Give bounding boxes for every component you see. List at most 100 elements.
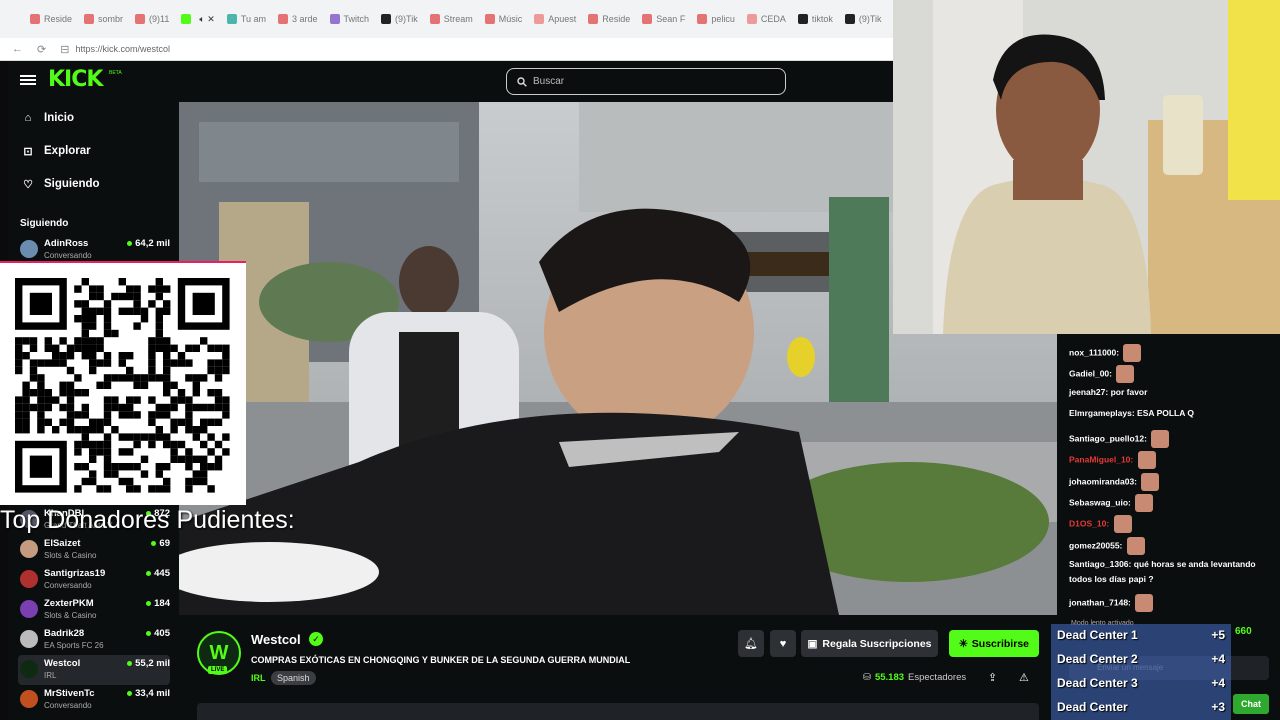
tab-favicon-icon — [534, 14, 545, 24]
tab-label: Apuest — [548, 14, 577, 24]
nav-home[interactable]: ⌂ Inicio — [22, 112, 74, 124]
chat-message: gomez20055: — [1069, 537, 1145, 555]
chat-username[interactable]: Gadiel_00: — [1069, 368, 1112, 378]
chat-username[interactable]: Santiago_1306: — [1069, 559, 1131, 569]
chat-username[interactable]: D1OS_10: — [1069, 518, 1109, 528]
chat-message: Gadiel_00: — [1069, 365, 1135, 383]
leaderboard-row: Dead Center 2 +4 — [1051, 648, 1231, 672]
chat-send-button[interactable]: Chat — [1233, 694, 1269, 714]
chat-username[interactable]: johaomiranda03: — [1069, 476, 1137, 486]
gift-subs-button[interactable]: ▣ Regala Suscripciones — [801, 630, 938, 657]
following-item[interactable]: Santigrizas19 Conversando 445 — [18, 565, 170, 595]
site-info-icon[interactable]: ⊟ — [60, 43, 69, 56]
kick-logo[interactable]: KICK — [48, 67, 103, 92]
browser-tab[interactable]: Apuest — [530, 8, 580, 30]
leaderboard-row: Dead Center +3 — [1051, 696, 1231, 720]
search-input[interactable]: Buscar — [506, 68, 786, 95]
tab-label: (9)Tik — [395, 14, 418, 24]
browser-tab[interactable]: (9)Tik — [841, 8, 886, 30]
chat-text: ESA POLLA Q — [1137, 408, 1195, 418]
tab-label: Reside — [602, 14, 631, 24]
chat-username[interactable]: Elmrgameplays: — [1069, 408, 1135, 418]
notify-bell-button[interactable]: 🔔︎ — [738, 630, 764, 657]
chat-username[interactable]: gomez20055: — [1069, 540, 1122, 550]
chat-message: nox_111000: — [1069, 344, 1142, 362]
leaderboard-points: +3 — [1211, 700, 1225, 714]
avatar — [20, 540, 38, 558]
nav-explore[interactable]: ⊡ Explorar — [22, 145, 90, 158]
browser-tab[interactable]: CEDA — [743, 8, 790, 30]
browser-tab[interactable]: Stream — [426, 8, 477, 30]
browser-tab[interactable]: pelicu — [693, 8, 739, 30]
tab-close-icon[interactable]: 🔈︎ ✕ — [199, 14, 214, 25]
browser-tab[interactable]: (9)11 — [131, 8, 173, 30]
chat-message: johaomiranda03: — [1069, 473, 1160, 491]
browser-tab[interactable]: Twitch — [326, 8, 374, 30]
follow-heart-button[interactable]: ♥ — [770, 630, 796, 657]
channel-viewers: 69 — [151, 538, 170, 549]
following-item[interactable]: ZexterPKM Slots & Casino 184 — [18, 595, 170, 625]
category-link[interactable]: IRL — [251, 673, 266, 683]
star-icon: ✳ — [958, 637, 968, 650]
tab-label: Stream — [443, 14, 473, 24]
tab-label: (9)Tik — [858, 14, 882, 24]
channel-viewers: 405 — [146, 628, 170, 639]
url-field[interactable]: https://kick.com/westcol — [75, 44, 170, 54]
browser-tab[interactable]: Reside — [584, 8, 634, 30]
browser-tab[interactable]: 🔈︎ ✕ — [177, 8, 218, 30]
chat-message: Santiago_puello12: — [1069, 430, 1170, 448]
menu-icon[interactable] — [20, 73, 36, 89]
browser-tab[interactable]: Sean F — [638, 8, 689, 30]
chat-message: Sebaswag_uio: — [1069, 494, 1154, 512]
following-item[interactable]: MrStivenTc Conversando 33,4 mil — [18, 685, 170, 715]
browser-tab[interactable]: 3 arde — [274, 8, 322, 30]
stream-title: COMPRAS EXÓTICAS EN CHONGQING Y BUNKER D… — [251, 655, 631, 665]
browser-tab[interactable]: Músic — [481, 8, 527, 30]
browser-address-bar: ← ⟳ ⊟ https://kick.com/westcol — [0, 38, 893, 61]
reload-icon[interactable]: ⟳ — [37, 43, 46, 56]
chat-message: Elmrgameplays: ESA POLLA Q — [1069, 408, 1194, 418]
leaderboard-name: Dead Center 3 — [1057, 676, 1138, 690]
channel-name: ElSaizet — [44, 538, 81, 549]
browser-tab[interactable]: (9)Tik — [377, 8, 422, 30]
chat-username[interactable]: nox_111000: — [1069, 347, 1119, 357]
tab-label: 3 arde — [292, 14, 318, 24]
report-icon[interactable]: ⚠ — [1019, 671, 1029, 684]
channel-points[interactable]: 660 — [1235, 626, 1252, 637]
back-icon[interactable]: ← — [12, 43, 23, 55]
browser-tab[interactable]: Tu am — [223, 8, 270, 30]
language-tag[interactable]: Spanish — [271, 671, 316, 685]
chat-username[interactable]: jonathan_7148: — [1069, 597, 1131, 607]
viewers-icon: ⛁ — [863, 672, 871, 683]
leaderboard-name: Dead Center — [1057, 700, 1128, 714]
browser-tab[interactable]: sombr — [80, 8, 127, 30]
chat-username[interactable]: Sebaswag_uio: — [1069, 497, 1131, 507]
tab-favicon-icon — [278, 14, 288, 24]
channel-category: Slots & Casino — [44, 551, 97, 560]
qr-code — [0, 261, 246, 505]
webcam-image — [893, 0, 1280, 334]
chat-username[interactable]: PanaMiguel_10: — [1069, 454, 1133, 464]
chat-username[interactable]: Santiago_puello12: — [1069, 433, 1147, 443]
chat-username[interactable]: jeenah27: — [1069, 387, 1108, 397]
tab-favicon-icon — [746, 14, 757, 24]
chat-emote — [1141, 473, 1160, 491]
chat-message: jonathan_7148: — [1069, 594, 1154, 612]
viewers-label: Espectadores — [908, 672, 967, 683]
tab-favicon-icon — [84, 14, 95, 24]
streamer-name[interactable]: Westcol — [251, 632, 301, 647]
following-item[interactable]: Badrik28 EA Sports FC 26 405 — [18, 625, 170, 655]
tab-favicon-icon — [797, 14, 808, 24]
following-item[interactable]: ElSaizet Slots & Casino 69 — [18, 535, 170, 565]
channel-category: EA Sports FC 26 — [44, 641, 104, 650]
nav-following[interactable]: ♡ Siguiendo — [22, 178, 100, 191]
avatar — [20, 240, 38, 258]
following-item[interactable]: Westcol IRL 55,2 mil — [18, 655, 170, 685]
subscribe-button[interactable]: ✳ Suscribirse — [949, 630, 1039, 657]
chat-emote — [1137, 451, 1156, 469]
share-icon[interactable]: ⇪ — [988, 671, 997, 684]
browser-tab[interactable]: Reside — [26, 8, 76, 30]
browser-tab[interactable]: tiktok — [794, 8, 837, 30]
chat-message: PanaMiguel_10: — [1069, 451, 1156, 469]
home-icon: ⌂ — [24, 112, 32, 124]
